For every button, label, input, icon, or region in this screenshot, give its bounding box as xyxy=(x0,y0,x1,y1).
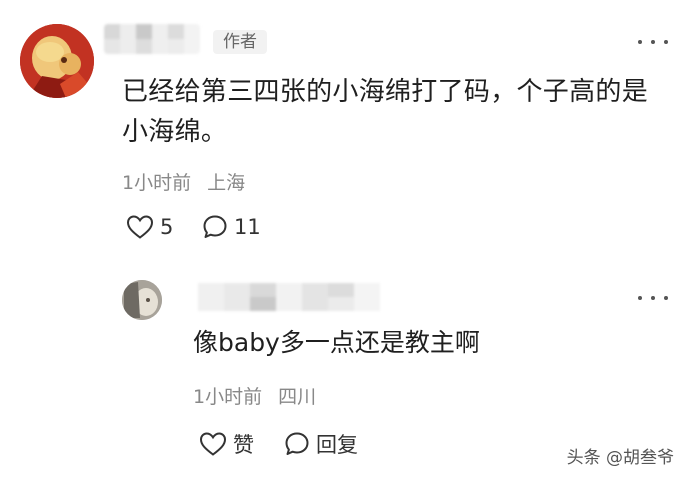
reply-like-button[interactable]: 赞 xyxy=(199,429,254,459)
like-button[interactable]: 5 xyxy=(126,214,173,240)
pixelated-name xyxy=(198,283,380,311)
like-count: 5 xyxy=(160,215,174,239)
reply-count-button[interactable]: 11 xyxy=(202,214,261,240)
comment-location: 上海 xyxy=(207,172,246,194)
reply-avatar-image xyxy=(122,280,162,320)
more-dot xyxy=(651,296,655,300)
more-button[interactable] xyxy=(638,36,668,48)
reply-count: 11 xyxy=(234,215,261,239)
reply-location: 四川 xyxy=(278,386,317,408)
reply-reply-button[interactable]: 回复 xyxy=(284,429,358,459)
reply-avatar[interactable] xyxy=(122,280,162,320)
reply-username-blurred[interactable] xyxy=(198,283,380,311)
more-dots-icon xyxy=(638,296,642,300)
more-dots-icon xyxy=(638,40,642,44)
more-dot xyxy=(664,296,668,300)
comment-text: 已经给第三四张的小海绵打了码，个子高的是小海绵。 xyxy=(122,77,649,147)
reply-meta: 1小时前 四川 xyxy=(193,382,316,409)
reply-text: 像baby多一点还是教主啊 xyxy=(193,328,480,357)
comment-bubble-icon xyxy=(203,215,227,238)
username-blurred[interactable] xyxy=(104,24,200,54)
reply-time: 1小时前 xyxy=(193,386,263,408)
comment-thread: 作者 已经给第三四张的小海绵打了码，个子高的是小海绵。 1小时前 上海 5 11 xyxy=(0,0,688,480)
author-tag: 作者 xyxy=(213,30,267,54)
heart-icon xyxy=(126,215,154,239)
reply-more-button[interactable] xyxy=(638,292,668,304)
reply-reply-label: 回复 xyxy=(316,433,358,457)
pixelated-name xyxy=(104,24,200,54)
comment-meta: 1小时前 上海 xyxy=(122,168,245,195)
comment-bubble-icon xyxy=(285,432,309,455)
avatar[interactable] xyxy=(20,24,94,98)
comment-time: 1小时前 xyxy=(122,172,192,194)
watermark: 头条 @胡叁爷 xyxy=(566,448,674,468)
reply-like-label: 赞 xyxy=(233,433,254,457)
avatar-image xyxy=(20,24,94,98)
more-dot xyxy=(664,40,668,44)
more-dot xyxy=(651,40,655,44)
heart-icon xyxy=(199,432,227,456)
